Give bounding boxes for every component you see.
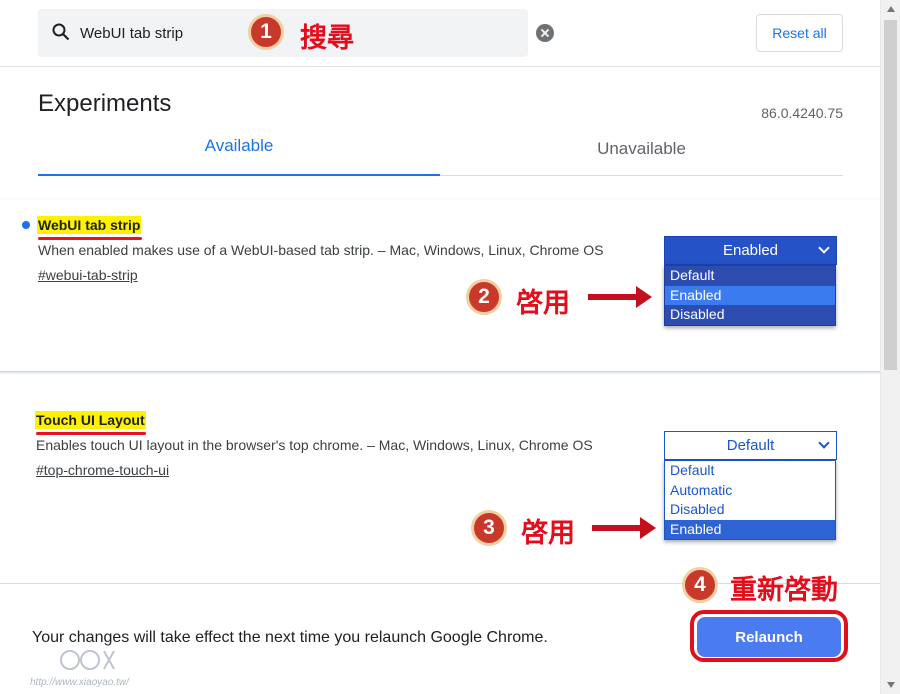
- arrow-icon: [588, 286, 652, 308]
- tab-available-label: Available: [204, 136, 274, 155]
- chevron-down-icon: [818, 437, 830, 449]
- scroll-up-icon[interactable]: [887, 6, 895, 12]
- step-1-badge: 1: [248, 14, 284, 50]
- search-icon: [52, 23, 70, 41]
- option-enabled[interactable]: Enabled: [665, 519, 835, 539]
- experiment-description: When enabled makes use of a WebUI-based …: [38, 242, 604, 258]
- webui-tab-strip-options: Default Enabled Disabled: [664, 265, 836, 326]
- step-4-label: 重新啓動: [730, 575, 838, 606]
- page-title: Experiments: [38, 90, 172, 117]
- version-label: 86.0.4240.75: [761, 105, 843, 121]
- highlight-underline: [38, 237, 142, 240]
- select-value: Enabled: [722, 242, 779, 259]
- step-4-badge: 4: [682, 567, 718, 603]
- experiment-link[interactable]: #top-chrome-touch-ui: [36, 462, 169, 478]
- touch-ui-layout-select[interactable]: Default: [664, 431, 837, 460]
- clear-icon[interactable]: [536, 24, 554, 42]
- webui-tab-strip-select[interactable]: Enabled: [664, 236, 837, 265]
- option-disabled[interactable]: Disabled: [665, 305, 835, 325]
- scroll-down-icon[interactable]: [887, 682, 895, 688]
- option-default[interactable]: Default: [665, 266, 835, 286]
- step-1-label: 搜尋: [300, 23, 354, 54]
- experiment-name: Touch UI Layout: [35, 411, 146, 429]
- reset-all-button[interactable]: Reset all: [756, 14, 843, 52]
- modified-indicator: [22, 221, 30, 229]
- highlight-underline: [36, 432, 146, 435]
- watermark-logo-icon: [60, 650, 115, 670]
- step-2-badge: 2: [466, 279, 502, 315]
- experiment-link[interactable]: #webui-tab-strip: [38, 267, 138, 283]
- option-default[interactable]: Default: [665, 461, 835, 481]
- step-3-label: 啓用: [521, 518, 575, 549]
- scrollbar[interactable]: [880, 0, 900, 694]
- arrow-icon: [592, 517, 656, 539]
- flags-page: Reset all 1 搜尋 Experiments 86.0.4240.75 …: [0, 0, 900, 694]
- experiment-description: Enables touch UI layout in the browser's…: [36, 437, 593, 453]
- chevron-down-icon: [818, 242, 830, 254]
- tab-unavailable[interactable]: Unavailable: [440, 136, 843, 176]
- option-disabled[interactable]: Disabled: [665, 500, 835, 520]
- step-3-badge: 3: [471, 510, 507, 546]
- experiment-name: WebUI tab strip: [37, 216, 142, 234]
- touch-ui-layout-options: Default Automatic Disabled Enabled: [664, 460, 836, 540]
- option-automatic[interactable]: Automatic: [665, 481, 835, 501]
- header: Reset all: [0, 0, 880, 67]
- option-enabled[interactable]: Enabled: [665, 285, 835, 305]
- tab-unavailable-label: Unavailable: [597, 139, 686, 158]
- tab-available[interactable]: Available: [38, 136, 440, 176]
- watermark-url: http://www.xiaoyao.tw/: [30, 677, 129, 688]
- select-value: Default: [726, 437, 775, 454]
- relaunch-button[interactable]: Relaunch: [697, 617, 841, 657]
- watermark: http://www.xiaoyao.tw/: [30, 645, 160, 691]
- scrollbar-thumb[interactable]: [884, 20, 897, 370]
- step-2-label: 啓用: [516, 288, 570, 319]
